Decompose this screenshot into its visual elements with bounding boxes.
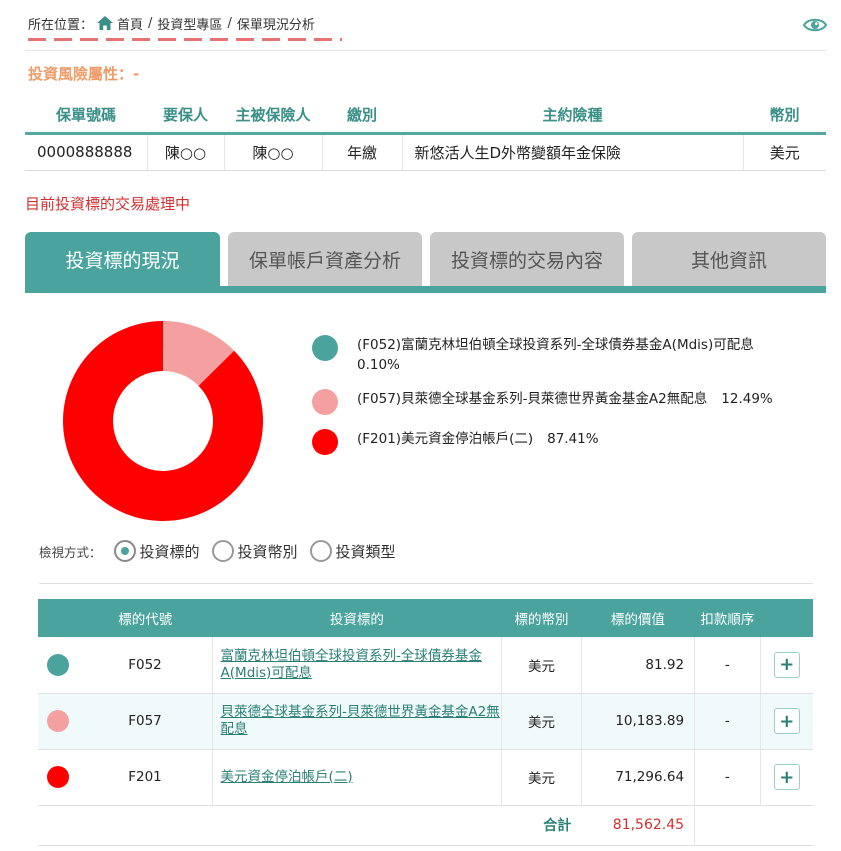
radio-by-fund[interactable]: 投資標的 (113, 540, 200, 562)
legend-item: (F201)美元資金停泊帳戶(二) 87.41% (312, 429, 802, 455)
holdings-table: 標的代號 投資標的 標的幣別 標的價值 扣款順序 F052 富蘭克林坦伯頓全球投… (38, 599, 813, 846)
legend-percent: 12.49% (721, 391, 773, 407)
row-color-dot (47, 766, 70, 788)
fund-code: F201 (78, 749, 213, 806)
table-row: F201 美元資金停泊帳戶(二) 美元 71,296.64 - + (38, 749, 813, 806)
policy-info-table: 保單號碼 要保人 主被保險人 繳別 主約險種 幣別 0000888888 陳○○… (25, 98, 826, 171)
fund-value: 71,296.64 (580, 749, 695, 806)
radio-by-currency[interactable]: 投資幣別 (211, 540, 298, 562)
chart-legend: (F052)富蘭克林坦伯頓全球投資系列-全球債券基金A(Mdis)可配息 0.10… (312, 335, 802, 469)
radio-circle[interactable] (113, 540, 136, 562)
risk-attribute: 投資風險屬性：- (28, 65, 140, 83)
breadcrumb-item-investment-zone[interactable]: 投資型專區 (157, 14, 222, 33)
header-fund-value: 標的價值 (581, 599, 695, 637)
header-policy-number: 保單號碼 (25, 98, 147, 135)
row-color-dot (47, 710, 70, 732)
fund-currency: 美元 (501, 693, 582, 750)
home-icon[interactable] (97, 16, 114, 30)
legend-percent: 87.41% (547, 431, 599, 447)
policy-insured: 陳○○ (223, 133, 322, 171)
breadcrumb-item-home[interactable]: 首頁 (117, 14, 143, 33)
divider (25, 50, 826, 51)
tab-transaction-details[interactable]: 投資標的交易內容 (430, 232, 624, 286)
radio-circle[interactable] (309, 540, 332, 562)
breadcrumb-item-current: 保單現況分析 (236, 17, 315, 33)
header-currency: 幣別 (743, 98, 826, 135)
allocation-donut-chart (63, 321, 263, 521)
header-action (760, 599, 813, 637)
view-mode-label: 檢視方式： (39, 544, 102, 560)
tab-bar: 投資標的現況 保單帳戶資產分析 投資標的交易內容 其他資訊 (25, 232, 826, 286)
radio-label: 投資幣別 (237, 542, 298, 561)
header-insured: 主被保險人 (224, 98, 322, 135)
breadcrumb-location-label: 所在位置： (28, 17, 94, 33)
legend-swatch (312, 429, 338, 455)
policy-payment-mode: 年繳 (321, 133, 402, 171)
eye-icon[interactable] (803, 14, 827, 36)
policy-applicant: 陳○○ (146, 133, 224, 171)
fund-value: 10,183.89 (580, 693, 695, 750)
legend-label: (F057)貝萊德全球基金系列-貝萊德世界黃金基金A2無配息 (357, 391, 708, 407)
fund-currency: 美元 (501, 749, 582, 806)
expand-button[interactable]: + (773, 708, 800, 734)
breadcrumb-separator: / (227, 15, 232, 31)
tab-investment-status[interactable]: 投資標的現況 (25, 232, 220, 286)
legend-swatch (312, 389, 338, 415)
fund-value: 81.92 (580, 637, 695, 694)
radio-circle[interactable] (211, 540, 234, 562)
expand-button[interactable]: + (773, 764, 800, 790)
legend-label: (F201)美元資金停泊帳戶(二) (357, 431, 534, 447)
header-fund-name: 投資標的 (212, 599, 502, 637)
tab-panel: (F052)富蘭克林坦伯頓全球投資系列-全球債券基金A(Mdis)可配息 0.10… (25, 293, 826, 851)
radio-label: 投資標的 (139, 542, 200, 561)
fund-currency: 美元 (501, 637, 582, 694)
fund-code: F057 (78, 693, 213, 750)
view-mode-selector: 檢視方式： 投資標的 投資幣別 投資類型 (39, 540, 408, 562)
row-color-dot (47, 653, 70, 676)
total-row: 合計 81,562.45 (38, 805, 813, 846)
divider (39, 583, 813, 584)
legend-item: (F052)富蘭克林坦伯頓全球投資系列-全球債券基金A(Mdis)可配息 0.10… (312, 335, 802, 375)
fund-name-link[interactable]: 貝萊德全球基金系列-貝萊德世界黃金基金A2無配息 (221, 704, 502, 738)
radio-by-type[interactable]: 投資類型 (309, 540, 396, 562)
policy-main-plan: 新悠活人生D外幣變額年金保險 (401, 133, 743, 171)
legend-label: (F052)富蘭克林坦伯頓全球投資系列-全球債券基金A(Mdis)可配息 (357, 337, 754, 353)
header-fund-currency: 標的幣別 (501, 599, 582, 637)
header-payment-mode: 繳別 (322, 98, 402, 135)
total-label: 合計 (38, 805, 582, 846)
header-main-plan: 主約險種 (402, 98, 743, 135)
tab-other-info[interactable]: 其他資訊 (632, 232, 826, 286)
holdings-header-row: 標的代號 投資標的 標的幣別 標的價值 扣款順序 (38, 599, 813, 637)
legend-swatch (312, 335, 338, 361)
policy-row: 0000888888 陳○○ 陳○○ 年繳 新悠活人生D外幣變額年金保險 美元 (25, 133, 826, 171)
breadcrumb: 所在位置： 首頁 / 投資型專區 / 保單現況分析 (28, 12, 342, 41)
breadcrumb-separator: / (148, 15, 153, 31)
radio-label: 投資類型 (335, 542, 396, 561)
total-value: 81,562.45 (581, 805, 695, 846)
tab-underline (25, 286, 826, 293)
header-fund-code: 標的代號 (78, 599, 213, 637)
fund-code: F052 (78, 637, 213, 694)
table-row: F052 富蘭克林坦伯頓全球投資系列-全球債券基金A(Mdis)可配息 美元 8… (38, 637, 813, 694)
tab-account-asset-analysis[interactable]: 保單帳戶資產分析 (228, 232, 422, 286)
header-applicant: 要保人 (147, 98, 224, 135)
legend-percent: 0.10% (357, 357, 400, 373)
policy-currency: 美元 (742, 133, 826, 171)
deduction-order: - (694, 749, 761, 806)
deduction-order: - (694, 637, 761, 694)
processing-notice: 目前投資標的交易處理中 (25, 195, 191, 213)
policy-header-row: 保單號碼 要保人 主被保險人 繳別 主約險種 幣別 (25, 98, 826, 135)
header-deduction-order: 扣款順序 (694, 599, 761, 637)
fund-name-link[interactable]: 美元資金停泊帳戶(二) (221, 769, 353, 786)
breadcrumb-underline (28, 38, 342, 41)
legend-item: (F057)貝萊德全球基金系列-貝萊德世界黃金基金A2無配息 12.49% (312, 389, 802, 415)
table-row: F057 貝萊德全球基金系列-貝萊德世界黃金基金A2無配息 美元 10,183.… (38, 693, 813, 750)
policy-number: 0000888888 (25, 133, 147, 171)
expand-button[interactable]: + (773, 651, 800, 678)
fund-name-link[interactable]: 富蘭克林坦伯頓全球投資系列-全球債券基金A(Mdis)可配息 (221, 648, 502, 682)
deduction-order: - (694, 693, 761, 750)
header-color (38, 599, 79, 637)
